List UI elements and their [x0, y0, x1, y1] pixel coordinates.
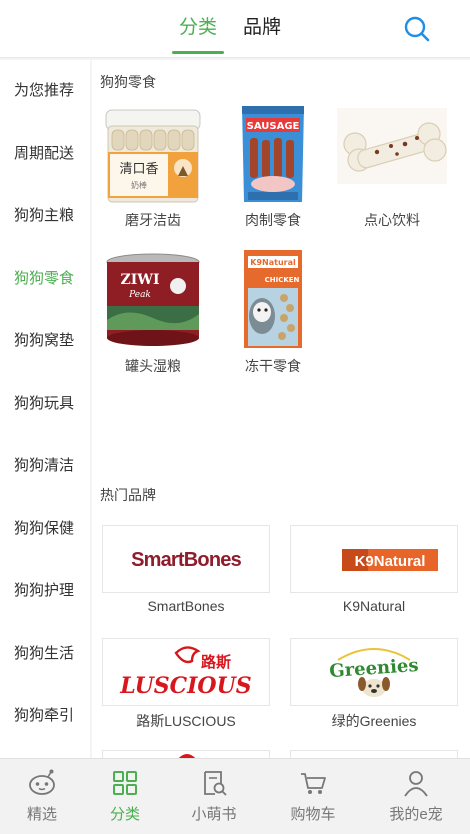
active-tab-indicator [172, 51, 224, 54]
svg-text:路斯: 路斯 [201, 653, 231, 671]
meat-snacks-image: SAUSAGE [242, 106, 304, 202]
sidebar-item-dog-health[interactable]: 狗狗保健 [0, 498, 90, 561]
nav-category[interactable]: 分类 [83, 759, 167, 834]
cart-icon [301, 773, 326, 794]
grid-icon [113, 771, 137, 795]
brand-name: K9Natural [342, 598, 406, 614]
pet-face-icon [29, 769, 55, 795]
nav-label: 购物车 [290, 806, 336, 823]
brand-logo-box: K9Natural [290, 525, 458, 593]
section-title-brands: 热门品牌 [100, 487, 156, 503]
sidebar-item-dog-snacks[interactable]: 狗狗零食 [0, 248, 90, 311]
brand-box-partial [290, 750, 458, 758]
bottom-navigation: 精选 分类 小萌书 购物车 我的e宠 [0, 758, 470, 834]
sidebar-item-dog-cleaning[interactable]: 狗狗清洁 [0, 435, 90, 498]
sidebar-item-dog-care[interactable]: 狗狗护理 [0, 560, 90, 623]
brand-logo-box: Greenies [290, 638, 458, 706]
book-search-icon [204, 771, 227, 796]
user-icon [404, 771, 428, 797]
sidebar-item-dog-living[interactable]: 狗狗生活 [0, 623, 90, 686]
nav-label: 我的e宠 [389, 806, 443, 823]
product-treats-drinks[interactable]: 点心饮料 [332, 104, 452, 230]
bag2-sub-text: CHICKEN [265, 276, 300, 284]
nav-label: 精选 [26, 806, 57, 823]
nav-cart[interactable]: 购物车 [271, 759, 355, 834]
svg-text:SmartBones: SmartBones [131, 549, 241, 571]
svg-text:Greenies: Greenies [329, 655, 420, 682]
product-label: 点心饮料 [364, 212, 420, 228]
category-content: 狗狗零食 清口香 奶棒 磨牙洁齿 SAUSAGE 肉制零食 点心饮料 ZIWI … [92, 60, 470, 758]
freeze-dried-image: K9Natural CHICKEN [244, 250, 302, 348]
jar-brand-text: 清口香 [119, 162, 158, 177]
nav-label: 分类 [109, 806, 140, 823]
nav-my-account[interactable]: 我的e宠 [374, 759, 458, 834]
sidebar-item-dog-toys[interactable]: 狗狗玩具 [0, 373, 90, 436]
sidebar-item-dog-food[interactable]: 狗狗主粮 [0, 185, 90, 248]
search-icon [404, 16, 430, 42]
brand-box-partial [102, 750, 270, 758]
nav-label: 小萌书 [191, 806, 237, 823]
smartbones-logo: SmartBones [131, 549, 242, 571]
top-header: 分类 品牌 [0, 0, 470, 58]
nav-notebook[interactable]: 小萌书 [172, 759, 256, 834]
tab-category[interactable]: 分类 [172, 0, 224, 58]
sidebar-item-recommended[interactable]: 为您推荐 [0, 60, 90, 123]
brand-logo-box: 路斯 LUSCIOUS [102, 638, 270, 706]
nav-featured[interactable]: 精选 [0, 759, 84, 834]
dental-chews-image: 清口香 奶棒 [105, 109, 201, 203]
brand-smartbones[interactable]: SmartBones SmartBones [102, 525, 270, 614]
brand-k9natural[interactable]: K9Natural K9Natural [290, 525, 458, 614]
brand-luscious[interactable]: 路斯 LUSCIOUS 路斯LUSCIOUS [102, 638, 270, 731]
search-button[interactable] [400, 12, 436, 46]
category-sidebar: 为您推荐 周期配送 狗狗主粮 狗狗零食 狗狗窝垫 狗狗玩具 狗狗清洁 狗狗保健 … [0, 60, 90, 758]
product-dental-chews[interactable]: 清口香 奶棒 磨牙洁齿 [93, 104, 213, 230]
bone-treat-image [337, 108, 447, 184]
can-brand-text: ZIWI [120, 272, 159, 288]
brand-name: 绿的Greenies [331, 713, 417, 729]
product-label: 冻干零食 [245, 358, 301, 374]
product-label: 肉制零食 [245, 212, 301, 228]
can-sub-text: Peak [128, 290, 151, 300]
svg-text:LUSCIOUS: LUSCIOUS [119, 673, 251, 699]
section-title-snacks: 狗狗零食 [100, 74, 156, 90]
brand-name: SmartBones [147, 598, 225, 614]
product-freeze-dried[interactable]: K9Natural CHICKEN 冻干零食 [213, 250, 333, 376]
k9natural-logo: K9Natural [342, 549, 438, 571]
brand-greenies[interactable]: Greenies 绿的Greenies [290, 638, 458, 731]
brand-name: 路斯LUSCIOUS [136, 713, 236, 729]
svg-text:K9Natural: K9Natural [355, 553, 426, 570]
product-canned-food[interactable]: ZIWI Peak 罐头湿粮 [93, 250, 213, 376]
jar-sub-text: 奶棒 [131, 180, 147, 190]
sidebar-item-dog-beds[interactable]: 狗狗窝垫 [0, 310, 90, 373]
bag-brand-text: SAUSAGE [247, 121, 300, 132]
product-meat-snacks[interactable]: SAUSAGE 肉制零食 [213, 104, 333, 230]
greenies-logo: Greenies [329, 648, 420, 697]
product-label: 磨牙洁齿 [125, 212, 181, 228]
canned-food-image: ZIWI Peak [106, 253, 200, 346]
tab-brand[interactable]: 品牌 [236, 0, 288, 58]
sidebar-item-subscription[interactable]: 周期配送 [0, 123, 90, 186]
product-label: 罐头湿粮 [125, 358, 181, 374]
bag2-brand-text: K9Natural [250, 258, 296, 267]
sidebar-item-dog-leash[interactable]: 狗狗牵引 [0, 685, 90, 748]
luscious-logo: 路斯 LUSCIOUS [119, 646, 252, 699]
brand-logo-box: SmartBones [102, 525, 270, 593]
